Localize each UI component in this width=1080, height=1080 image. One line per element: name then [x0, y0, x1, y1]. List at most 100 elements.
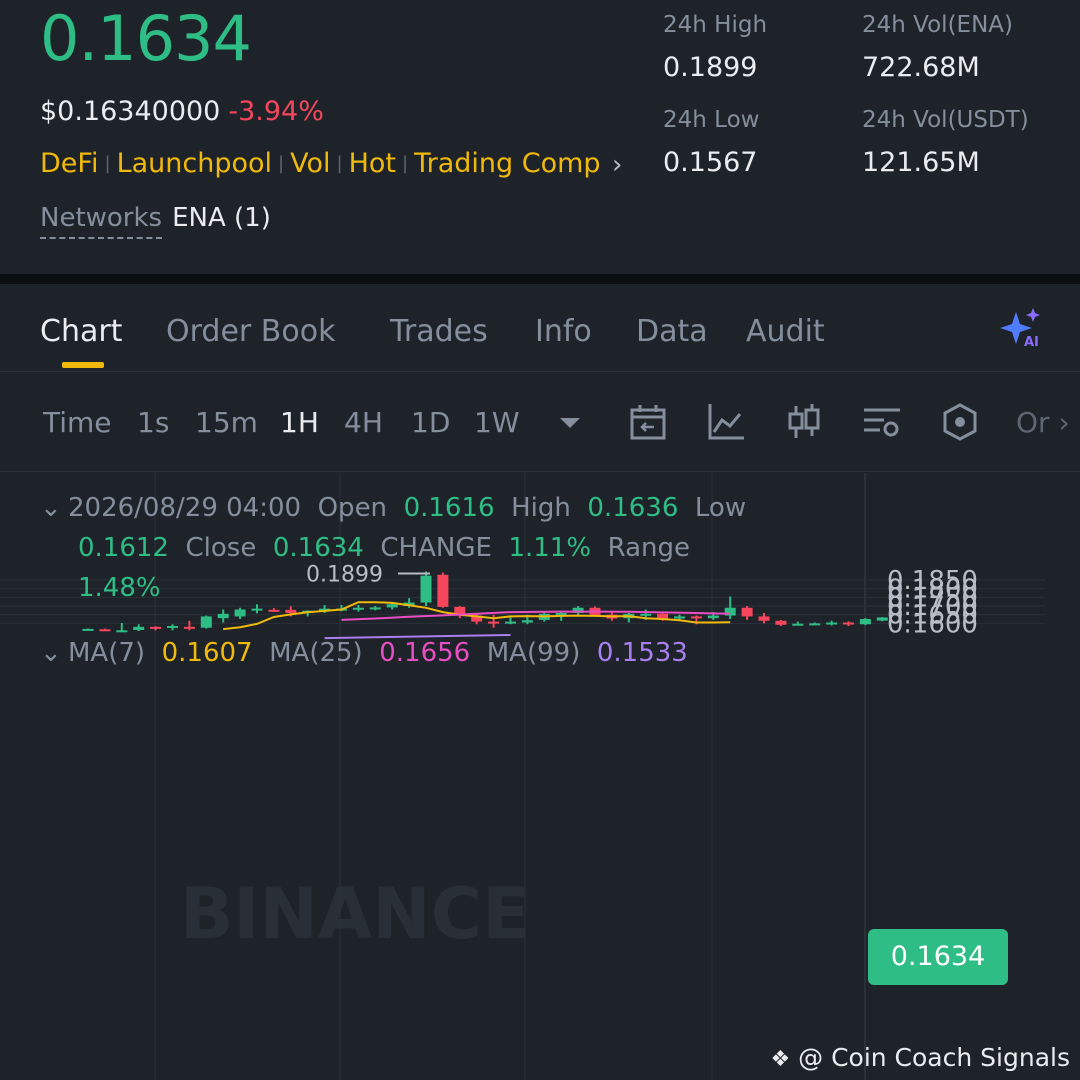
candle-up [82, 628, 94, 631]
usd-price-row: $0.16340000 -3.94% [40, 96, 324, 127]
candle-up [133, 626, 145, 630]
tag-hot[interactable]: Hot [349, 148, 396, 179]
candle-up [555, 612, 567, 615]
section-divider [0, 274, 1080, 284]
candle-up [116, 630, 128, 633]
tag-trading-comp[interactable]: Trading Comp [414, 148, 600, 179]
candle-up [369, 607, 381, 610]
stat-24h-vol-ena-value: 722.68M [862, 52, 980, 83]
tag-divider: | [402, 153, 409, 174]
networks-label: Networks [40, 203, 163, 239]
tag-divider: | [278, 153, 285, 174]
legend-low-label: Low [694, 493, 747, 523]
timeframe-1s[interactable]: 1s [137, 406, 169, 439]
stat-24h-low-value: 0.1567 [663, 147, 758, 178]
candle-up [386, 604, 398, 608]
tag-defi[interactable]: DeFi [40, 148, 98, 179]
candle-up [792, 623, 804, 626]
tag-divider: | [336, 153, 343, 174]
chevron-down-icon[interactable]: ⌄ [40, 493, 68, 523]
candle-up [251, 608, 263, 611]
timeframe-1w[interactable]: 1W [474, 406, 520, 439]
chart-toolbar: Time 1s 15m 1H 4H 1D 1W Or › [0, 372, 1080, 472]
credit-text: @ Coin Coach Signals [798, 1043, 1070, 1072]
legend-ma25-value: 0.1656 [379, 638, 471, 668]
legend-ma7-value: 0.1607 [161, 638, 253, 668]
candle-down [150, 626, 162, 629]
legend-close-label: Close [185, 533, 257, 563]
timeframe-1h[interactable]: 1H [280, 406, 319, 439]
chevron-down-icon[interactable] [550, 402, 590, 442]
candle-down [437, 574, 449, 607]
active-tab-indicator [62, 362, 104, 368]
legend-ma25-label: MA(25) [269, 638, 363, 668]
timeframe-1d[interactable]: 1D [411, 406, 450, 439]
candle-up [826, 622, 838, 625]
line-chart-icon[interactable] [706, 402, 746, 442]
candle-down [268, 609, 280, 612]
calendar-icon[interactable] [628, 402, 668, 442]
tab-trades[interactable]: Trades [390, 314, 488, 349]
tab-data[interactable]: Data [636, 314, 708, 349]
legend-open-label: Open [317, 493, 388, 523]
candle-up [420, 575, 432, 603]
ohlc-legend-line-2: 0.1612 Close 0.1634 CHANGE 1.11% Range [78, 533, 690, 563]
chevron-right-icon[interactable]: › [612, 150, 622, 180]
candle-down [758, 616, 770, 621]
candle-down [99, 629, 111, 632]
candle-down [741, 607, 753, 617]
networks-row[interactable]: Networks ENA (1) [40, 203, 271, 239]
candle-up [217, 613, 229, 619]
candle-up [521, 620, 533, 623]
settings-layers-icon[interactable] [862, 402, 902, 442]
tag-vol[interactable]: Vol [290, 148, 330, 179]
tab-info[interactable]: Info [535, 314, 592, 349]
stat-24h-vol-usdt-value: 121.65M [862, 147, 980, 178]
y-tick-label: 0.1600 [887, 609, 978, 639]
diamond-logo-icon: ❖ [770, 1047, 791, 1072]
tab-order-book[interactable]: Order Book [166, 314, 335, 349]
legend-ma99-value: 0.1533 [596, 638, 688, 668]
tag-list: DeFi | Launchpool | Vol | Hot | Trading Comp [40, 148, 632, 179]
svg-text:AI: AI [1024, 335, 1039, 348]
legend-range-value: 1.48% [78, 573, 161, 603]
legend-datetime: 2026/08/29 04:00 [68, 493, 302, 523]
legend-high-value: 0.1636 [587, 493, 679, 523]
ohlc-legend-line-3: 1.48% [78, 573, 161, 603]
candle-up [505, 621, 516, 624]
chevron-down-icon[interactable]: ⌄ [40, 638, 68, 668]
candle-down [183, 626, 195, 629]
price-chart[interactable]: BINANCE 0.1899 0.1850 0.1800 0.1750 0.1700 0… [0, 473, 1080, 1080]
high-marker-label: 0.1899 [306, 562, 383, 587]
candle-down [285, 609, 297, 613]
legend-high-label: High [511, 493, 571, 523]
tag-divider: | [104, 153, 111, 174]
chevron-right-icon: › [1058, 406, 1070, 439]
timeframe-time[interactable]: Time [43, 406, 112, 439]
last-price: 0.1634 [40, 2, 252, 75]
legend-change-label: CHANGE [380, 533, 492, 563]
networks-value: ENA (1) [172, 203, 271, 233]
current-price-tag: 0.1634 [868, 929, 1008, 985]
candle-up [352, 607, 364, 610]
candle-down [843, 622, 854, 625]
tag-launchpool[interactable]: Launchpool [117, 148, 272, 179]
candle-down [488, 621, 500, 624]
price-change-percent: -3.94% [228, 96, 324, 127]
tab-chart[interactable]: Chart [40, 314, 122, 349]
candle-up [674, 616, 685, 619]
tab-audit[interactable]: Audit [746, 314, 825, 349]
more-options[interactable]: Or › [1016, 406, 1070, 439]
candlestick-icon[interactable] [784, 402, 824, 442]
timeframe-15m[interactable]: 15m [195, 406, 258, 439]
timeframe-4h[interactable]: 4H [344, 406, 383, 439]
more-label: Or [1016, 406, 1050, 439]
ohlc-legend-line-1: ⌄ 2026/08/29 04:00 Open 0.1616 High 0.163… [40, 493, 746, 523]
hexagon-icon[interactable] [940, 402, 980, 442]
ai-sparkle-icon[interactable]: AI [1000, 308, 1042, 348]
candle-up [234, 609, 246, 617]
candle-down [690, 616, 702, 619]
candle-down [775, 620, 787, 625]
candle-up [167, 625, 178, 628]
credit-label: ❖ @ Coin Coach Signals [770, 1043, 1070, 1072]
